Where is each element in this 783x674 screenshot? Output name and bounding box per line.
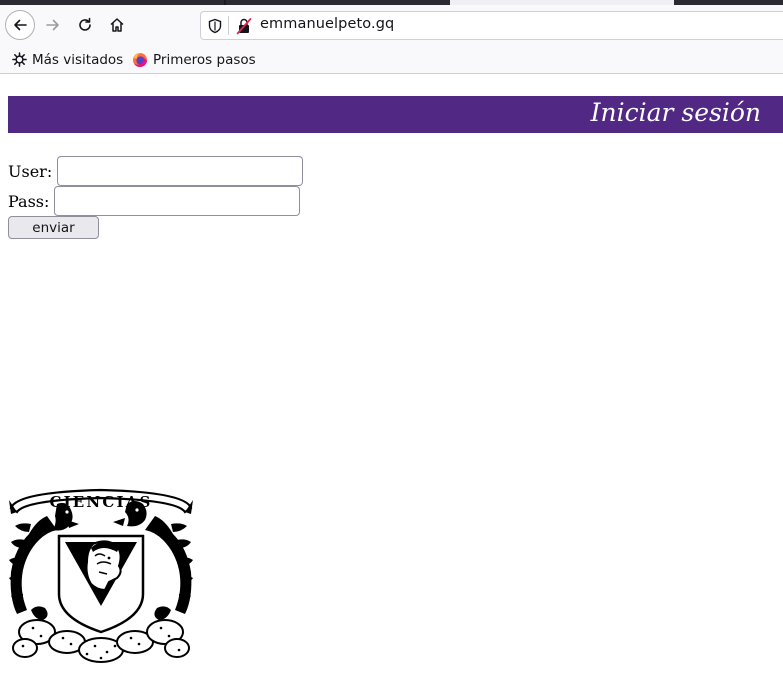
pass-input[interactable] <box>54 186 301 216</box>
bookmark-mas-visitados[interactable]: Más visitados <box>12 45 123 74</box>
arrow-left-icon <box>14 19 27 31</box>
reload-icon <box>79 17 91 31</box>
pass-label: Pass: <box>8 191 50 211</box>
page-header-bar: Iniciar sesión <box>8 96 783 133</box>
bookmark-primeros-pasos[interactable]: Primeros pasos <box>132 45 256 74</box>
bookmark-label: Primeros pasos <box>153 51 256 68</box>
reload-button[interactable] <box>70 10 100 40</box>
unam-ciencias-crest-icon: CIENCIAS <box>9 488 193 663</box>
home-icon <box>110 18 124 32</box>
firefox-icon <box>132 52 148 68</box>
page-title: Iniciar sesión <box>590 98 761 127</box>
url-text[interactable]: emmanuelpeto.gq <box>260 16 394 32</box>
user-row: User: <box>8 156 304 186</box>
pass-row: Pass: <box>8 186 301 216</box>
arrow-right-icon <box>46 19 59 31</box>
gear-icon <box>12 52 27 67</box>
bookmark-label: Más visitados <box>32 51 124 68</box>
insecure-lock-icon[interactable] <box>236 17 252 35</box>
user-label: User: <box>8 161 53 181</box>
back-button[interactable] <box>5 10 35 40</box>
url-bar[interactable]: emmanuelpeto.gq <box>200 11 783 40</box>
submit-button[interactable]: enviar <box>8 216 99 239</box>
bookmarks-toolbar: Más visitados Primeros pasos <box>0 45 783 74</box>
user-input[interactable] <box>57 156 304 186</box>
forward-button[interactable] <box>38 10 68 40</box>
home-button[interactable] <box>102 10 132 40</box>
url-bar-divider <box>228 16 229 35</box>
navigation-toolbar: emmanuelpeto.gq <box>0 5 783 45</box>
tracking-shield-icon[interactable] <box>208 18 222 34</box>
